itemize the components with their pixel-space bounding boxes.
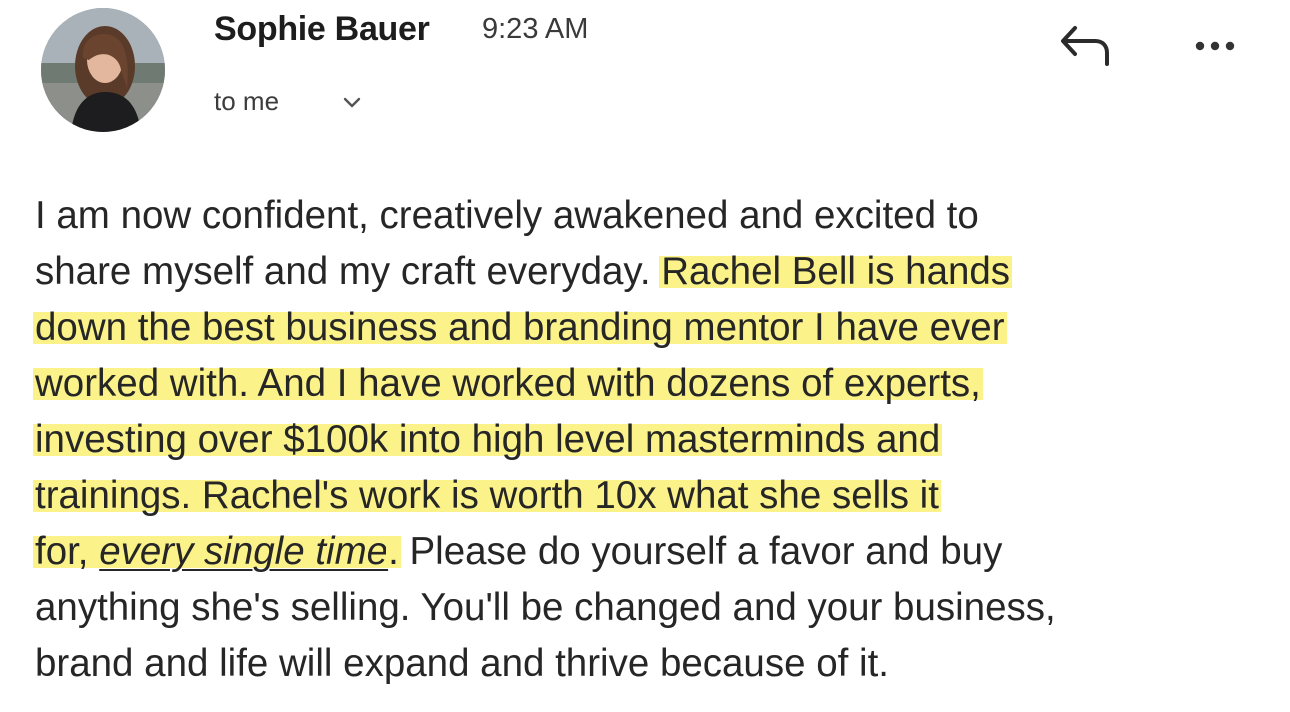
email-body: I am now confident, creatively awakened … bbox=[33, 188, 1275, 692]
avatar-photo bbox=[41, 8, 165, 132]
highlighted-text: down the best business and branding ment… bbox=[33, 306, 1007, 349]
recipient-label[interactable]: to me bbox=[214, 86, 279, 117]
highlighted-text: for, bbox=[33, 530, 102, 573]
highlighted-text: trainings. Rachel's work is worth 10x wh… bbox=[33, 474, 941, 517]
more-options-button[interactable] bbox=[1190, 28, 1250, 64]
message-line: anything she's selling. You'll be change… bbox=[35, 580, 1275, 636]
avatar[interactable] bbox=[41, 8, 165, 132]
highlighted-text: worked with. And I have worked with doze… bbox=[33, 362, 983, 405]
message-line: I am now confident, creatively awakened … bbox=[35, 188, 1275, 244]
reply-button[interactable] bbox=[1055, 20, 1117, 72]
highlighted-text: Rachel Bell is hands bbox=[659, 250, 1013, 293]
message-line: down the best business and branding ment… bbox=[33, 300, 1275, 356]
reply-icon bbox=[1061, 26, 1109, 66]
message-line: trainings. Rachel's work is worth 10x wh… bbox=[33, 468, 1275, 524]
message-line: brand and life will expand and thrive be… bbox=[35, 636, 1275, 692]
highlighted-text: investing over $100k into high level mas… bbox=[33, 418, 943, 461]
message-line: for, every single time. Please do yourse… bbox=[33, 524, 1275, 580]
message-line: share myself and my craft everyday. Rach… bbox=[35, 244, 1275, 300]
message-text: I am now confident, creatively awakened … bbox=[35, 194, 979, 237]
message-text: brand and life will expand and thrive be… bbox=[35, 642, 889, 685]
sent-time: 9:23 AM bbox=[482, 13, 589, 45]
message-text: Please do yourself a favor and buy bbox=[398, 530, 1003, 573]
message-line: worked with. And I have worked with doze… bbox=[33, 356, 1275, 412]
highlighted-text: every single time bbox=[97, 530, 391, 573]
email-header: Sophie Bauer 9:23 AM to me bbox=[0, 0, 1290, 150]
message-text: anything she's selling. You'll be change… bbox=[35, 586, 1056, 629]
more-horizontal-icon bbox=[1195, 41, 1235, 51]
message-line: investing over $100k into high level mas… bbox=[33, 412, 1275, 468]
sender-name: Sophie Bauer bbox=[214, 10, 430, 48]
message-text: share myself and my craft everyday. bbox=[35, 250, 662, 293]
chevron-down-icon[interactable] bbox=[340, 92, 364, 114]
